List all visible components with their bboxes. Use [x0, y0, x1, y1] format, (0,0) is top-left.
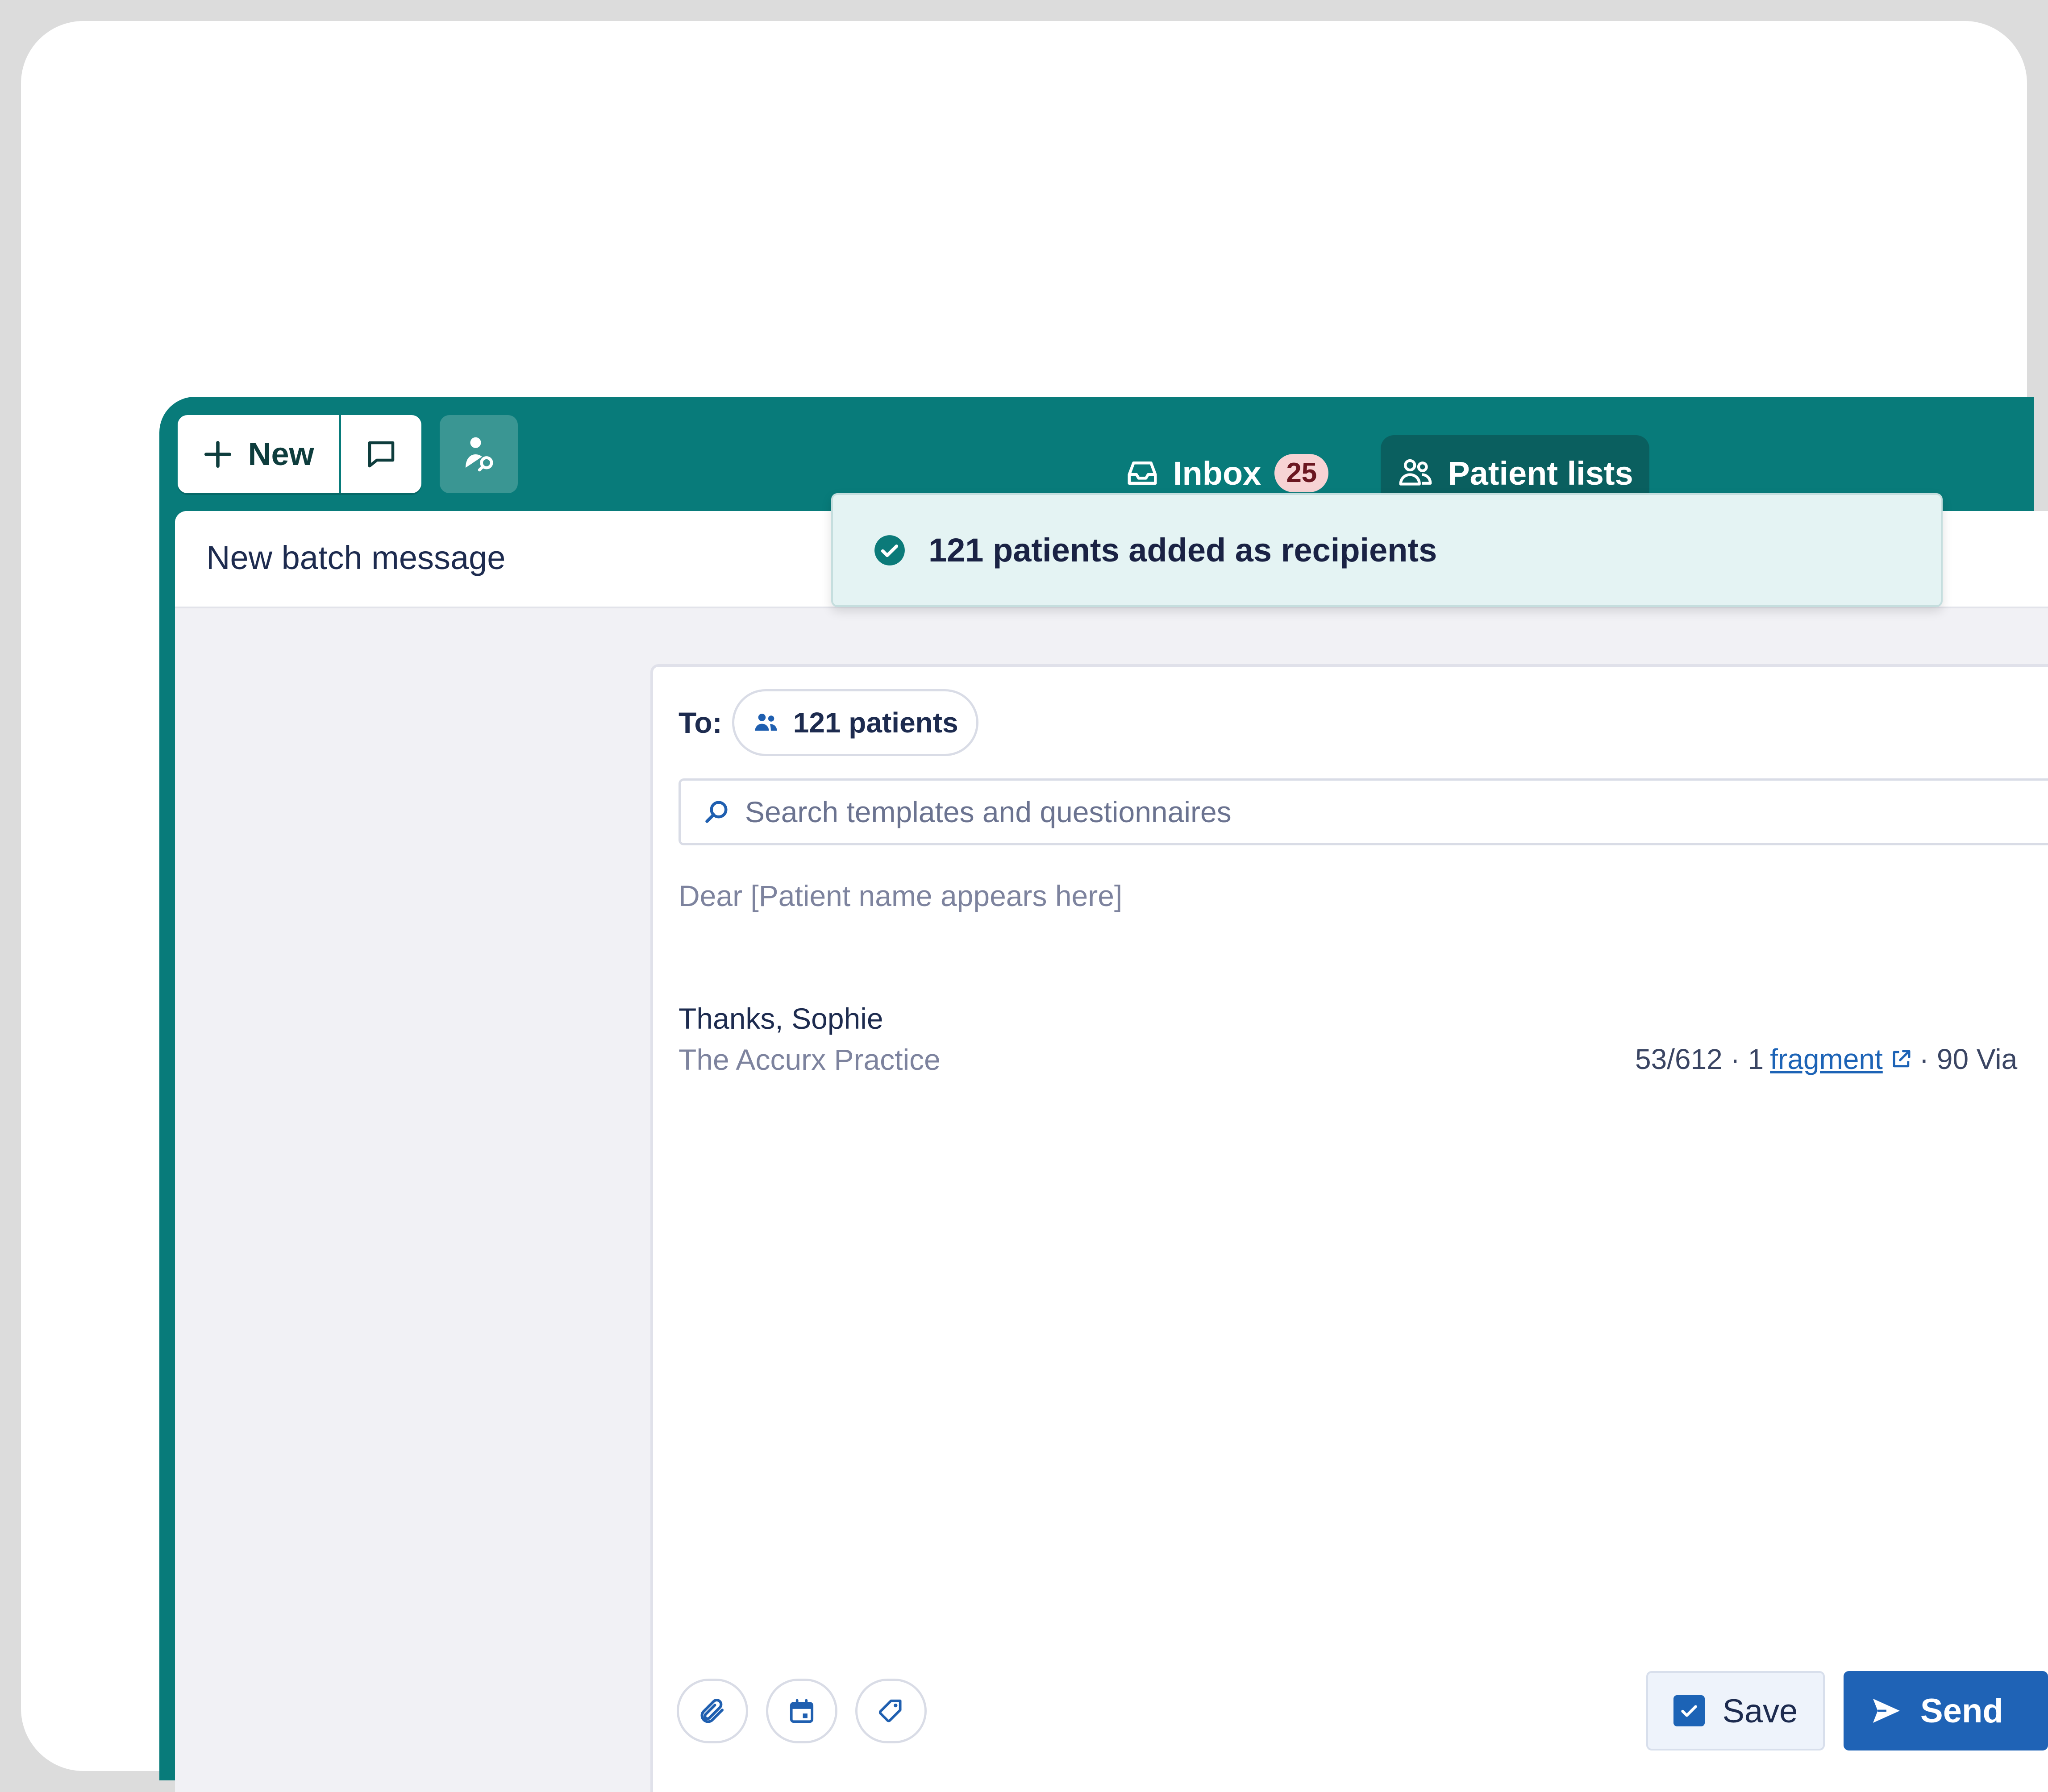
tag-icon — [878, 1699, 902, 1722]
new-button[interactable]: New — [178, 415, 341, 493]
people-icon — [1399, 459, 1432, 486]
send-icon — [1873, 1699, 1900, 1723]
check-circle-icon — [874, 535, 905, 565]
new-button-group: New — [178, 415, 421, 493]
person-search-icon — [465, 437, 493, 471]
tab-inbox[interactable]: Inbox 25 — [1125, 446, 1329, 500]
to-label: To: — [679, 706, 722, 739]
practice-name: The Accurx Practice — [679, 1043, 941, 1076]
recipients-label: 121 patients — [793, 707, 958, 739]
search-placeholder: Search templates and questionnaires — [745, 795, 1232, 828]
tab-inbox-label: Inbox — [1173, 454, 1261, 492]
new-message-button[interactable] — [341, 415, 421, 493]
patient-search-button[interactable] — [440, 415, 518, 493]
page-title: New batch message — [206, 539, 506, 576]
message-greeting[interactable]: Dear [Patient name appears here] — [679, 879, 1122, 913]
template-search-input[interactable]: Search templates and questionnaires — [679, 778, 2048, 845]
inbox-icon — [1128, 462, 1157, 485]
recipients-row: To: 121 patients — [679, 689, 978, 756]
plus-icon — [204, 441, 232, 468]
character-count: 53/612 · 1 — [1635, 1043, 1764, 1075]
message-signoff: Thanks, Sophie — [679, 1002, 883, 1035]
toast-message: 121 patients added as recipients — [928, 532, 1437, 569]
schedule-button[interactable] — [766, 1679, 837, 1743]
message-meta: 53/612 · 1 fragment · 90 Via — [1635, 1043, 2037, 1076]
tag-button[interactable] — [855, 1679, 927, 1743]
calendar-icon — [790, 1699, 814, 1723]
paperclip-icon — [700, 1698, 724, 1723]
via-text: · 90 Via — [1919, 1043, 2018, 1075]
success-toast: 121 patients added as recipients — [831, 493, 1943, 607]
chat-bubble-icon — [368, 441, 395, 467]
save-button[interactable]: Save — [1646, 1671, 1825, 1750]
external-link-icon[interactable] — [1889, 1047, 1913, 1071]
people-icon — [755, 714, 777, 731]
fragment-link[interactable]: fragment — [1770, 1043, 1883, 1076]
recipients-pill[interactable]: 121 patients — [732, 689, 978, 756]
inbox-count-badge: 25 — [1274, 454, 1329, 492]
message-composer: To: 121 patients Search templates and qu… — [650, 664, 2048, 1792]
attach-button[interactable] — [677, 1679, 748, 1743]
send-button-label: Send — [1920, 1692, 2003, 1730]
search-icon — [705, 801, 728, 823]
save-checkbox[interactable] — [1673, 1695, 1705, 1726]
new-button-label: New — [248, 436, 314, 472]
checkmark-icon — [1681, 1705, 1697, 1717]
tab-patient-lists-label: Patient lists — [1448, 454, 1633, 492]
save-button-label: Save — [1722, 1692, 1798, 1730]
send-button[interactable]: Send — [1844, 1671, 2048, 1750]
